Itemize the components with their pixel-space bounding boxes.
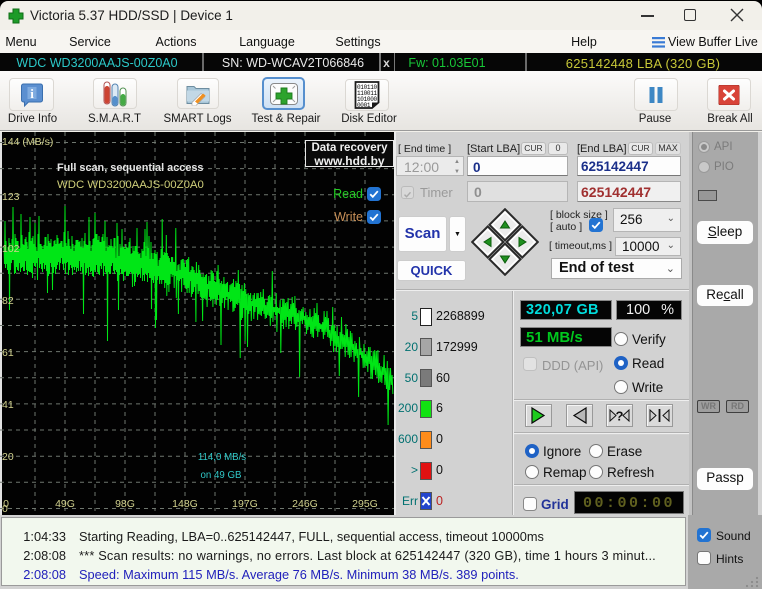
svg-text:?: ? [616, 409, 624, 424]
svg-text:i: i [30, 86, 34, 101]
svg-text:0001: 0001 [357, 102, 371, 109]
